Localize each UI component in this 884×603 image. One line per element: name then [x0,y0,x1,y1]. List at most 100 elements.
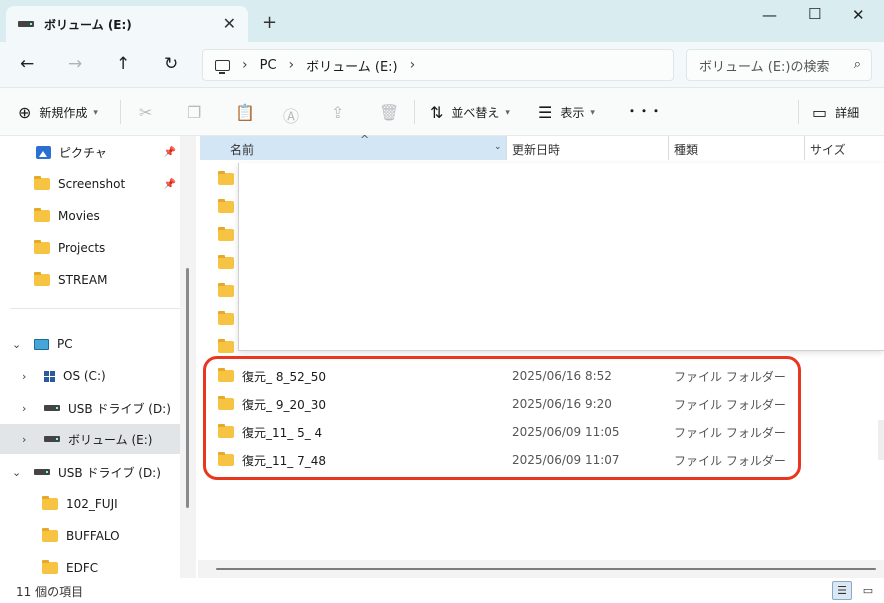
divider [414,100,415,124]
windows-drive-icon [44,370,55,382]
back-icon[interactable]: ← [20,54,34,74]
view-button[interactable]: ☰ 表示 ▾ [538,103,595,122]
search-placeholder: ボリューム (E:)の検索 [699,59,830,75]
chevron-down-icon: ▾ [93,107,98,118]
sidebar-item-screenshot[interactable]: Screenshot 📌 [0,169,180,199]
sort-ascending-icon: ^ [360,133,370,146]
computer-icon [215,59,230,74]
new-label: 新規作成 [39,106,88,120]
sidebar-item-label: Screenshot [58,177,126,191]
up-icon[interactable]: ↑ [116,54,130,74]
drive-icon [18,21,34,27]
rename-button[interactable]: Ⓐ [283,103,307,127]
status-bar: 11 個の項目 ☰ ▭ [0,578,884,603]
folder-icon [42,528,58,542]
sidebar-item-usb-d[interactable]: › USB ドライブ (D:) [0,393,180,423]
sidebar-item-label: BUFFALO [66,529,120,543]
plus-icon[interactable]: + [262,12,277,33]
sort-icon: ⇅ [430,103,444,122]
item-count: 11 個の項目 [16,585,84,599]
new-button[interactable]: ⊕ 新規作成 ▾ [18,103,98,122]
search-icon[interactable]: ⌕ [854,57,861,72]
column-date[interactable]: 更新日時 [512,141,560,158]
paste-button[interactable]: 📋 [235,103,263,122]
minimize-icon[interactable]: — [762,6,777,24]
folder-icon [34,272,50,286]
sidebar-item-stream[interactable]: STREAM [0,265,180,295]
close-icon[interactable]: ✕ [852,6,865,24]
sidebar-item-projects[interactable]: Projects [0,233,180,263]
command-bar: ⊕ 新規作成 ▾ ✂ ❐ 📋 Ⓐ ⇪ 🗑 ⇅ 並べ替え ▾ ☰ 表示 ▾ ・・・… [0,88,884,136]
column-separator[interactable] [668,136,669,160]
folder-icon [218,199,234,213]
navigation-pane: ピクチャ 📌 Screenshot 📌 Movies Projects STRE… [0,136,196,578]
more-button[interactable]: ・・・ [626,102,662,119]
chevron-right-icon[interactable]: › [22,433,26,446]
sidebar-item-label: OS (C:) [63,369,106,383]
usb-drive-icon [44,405,60,411]
breadcrumb-volume[interactable]: ボリューム (E:) [306,56,397,75]
search-input[interactable]: ボリューム (E:)の検索 ⌕ [686,49,872,81]
details-pane-button[interactable]: ▭ 詳細 [812,103,859,122]
chevron-down-icon[interactable]: ⌄ [494,142,502,152]
column-type[interactable]: 種類 [674,141,698,158]
sidebar-item-pc[interactable]: ⌄ PC [0,329,180,359]
pin-icon[interactable]: 📌 [164,179,176,190]
horizontal-scrollbar-thumb[interactable] [216,568,876,570]
chevron-right-icon[interactable]: › [289,57,295,73]
sidebar-item-102-fuji[interactable]: 102_FUJI [0,489,180,519]
tab-close-icon[interactable]: ✕ [223,14,236,33]
sidebar-item-buffalo[interactable]: BUFFALO [0,521,180,551]
folder-icon [34,176,50,190]
sidebar-item-edfc[interactable]: EDFC [0,553,180,578]
column-size[interactable]: サイズ [810,141,846,158]
divider [120,100,121,124]
tab-volume-e[interactable]: ボリューム (E:) ✕ [6,6,248,42]
chevron-down-icon[interactable]: ⌄ [12,466,21,479]
chevron-down-icon[interactable]: ⌄ [12,338,21,351]
chevron-right-icon[interactable]: › [22,370,26,383]
share-button[interactable]: ⇪ [331,103,352,122]
pc-icon [34,338,49,350]
forward-icon[interactable]: → [68,54,82,74]
folder-icon [218,339,234,353]
sidebar-item-label: STREAM [58,273,108,287]
copy-button[interactable]: ❐ [187,103,209,122]
sidebar-item-label: 102_FUJI [66,497,118,511]
column-name[interactable]: 名前 [230,141,254,158]
sidebar-item-label: ボリューム (E:) [68,432,153,447]
address-bar[interactable]: › PC › ボリューム (E:) › [202,49,674,81]
more-icon: ・・・ [626,104,663,118]
sidebar-scrollbar-thumb[interactable] [186,268,189,508]
pin-icon[interactable]: 📌 [164,147,176,158]
chevron-right-icon[interactable]: › [242,57,248,73]
sidebar-item-pictures[interactable]: ピクチャ 📌 [0,137,180,167]
sidebar-item-os-c[interactable]: › OS (C:) [0,361,180,391]
sort-label: 並べ替え [451,106,500,120]
chevron-right-icon[interactable]: › [410,57,416,73]
sidebar-item-label: USB ドライブ (D:) [58,465,161,480]
breadcrumb-pc[interactable]: PC [260,58,277,73]
drive-icon [44,436,60,442]
refresh-icon[interactable]: ↻ [164,54,178,74]
sidebar-item-label: ピクチャ [59,145,107,160]
delete-button[interactable]: 🗑 [379,103,407,122]
sidebar-divider [10,308,180,309]
sidebar-item-usb-d-expanded[interactable]: ⌄ USB ドライブ (D:) [0,457,180,487]
sidebar-item-label: Projects [58,241,106,255]
maximize-icon[interactable]: ☐ [808,5,821,23]
column-separator[interactable] [506,136,507,160]
details-view-icon[interactable]: ☰ [832,581,852,600]
sidebar-item-volume-e[interactable]: › ボリューム (E:) [0,424,180,454]
column-separator[interactable] [804,136,805,160]
sort-button[interactable]: ⇅ 並べ替え ▾ [430,103,510,122]
sidebar-item-movies[interactable]: Movies [0,201,180,231]
sidebar-item-label: USB ドライブ (D:) [68,401,171,416]
folder-icon [218,171,234,185]
folder-icon [218,283,234,297]
tiles-view-icon[interactable]: ▭ [858,581,878,600]
copy-icon: ❐ [187,103,202,122]
chevron-right-icon[interactable]: › [22,402,26,415]
share-icon: ⇪ [331,103,345,122]
cut-button[interactable]: ✂ [139,103,160,122]
